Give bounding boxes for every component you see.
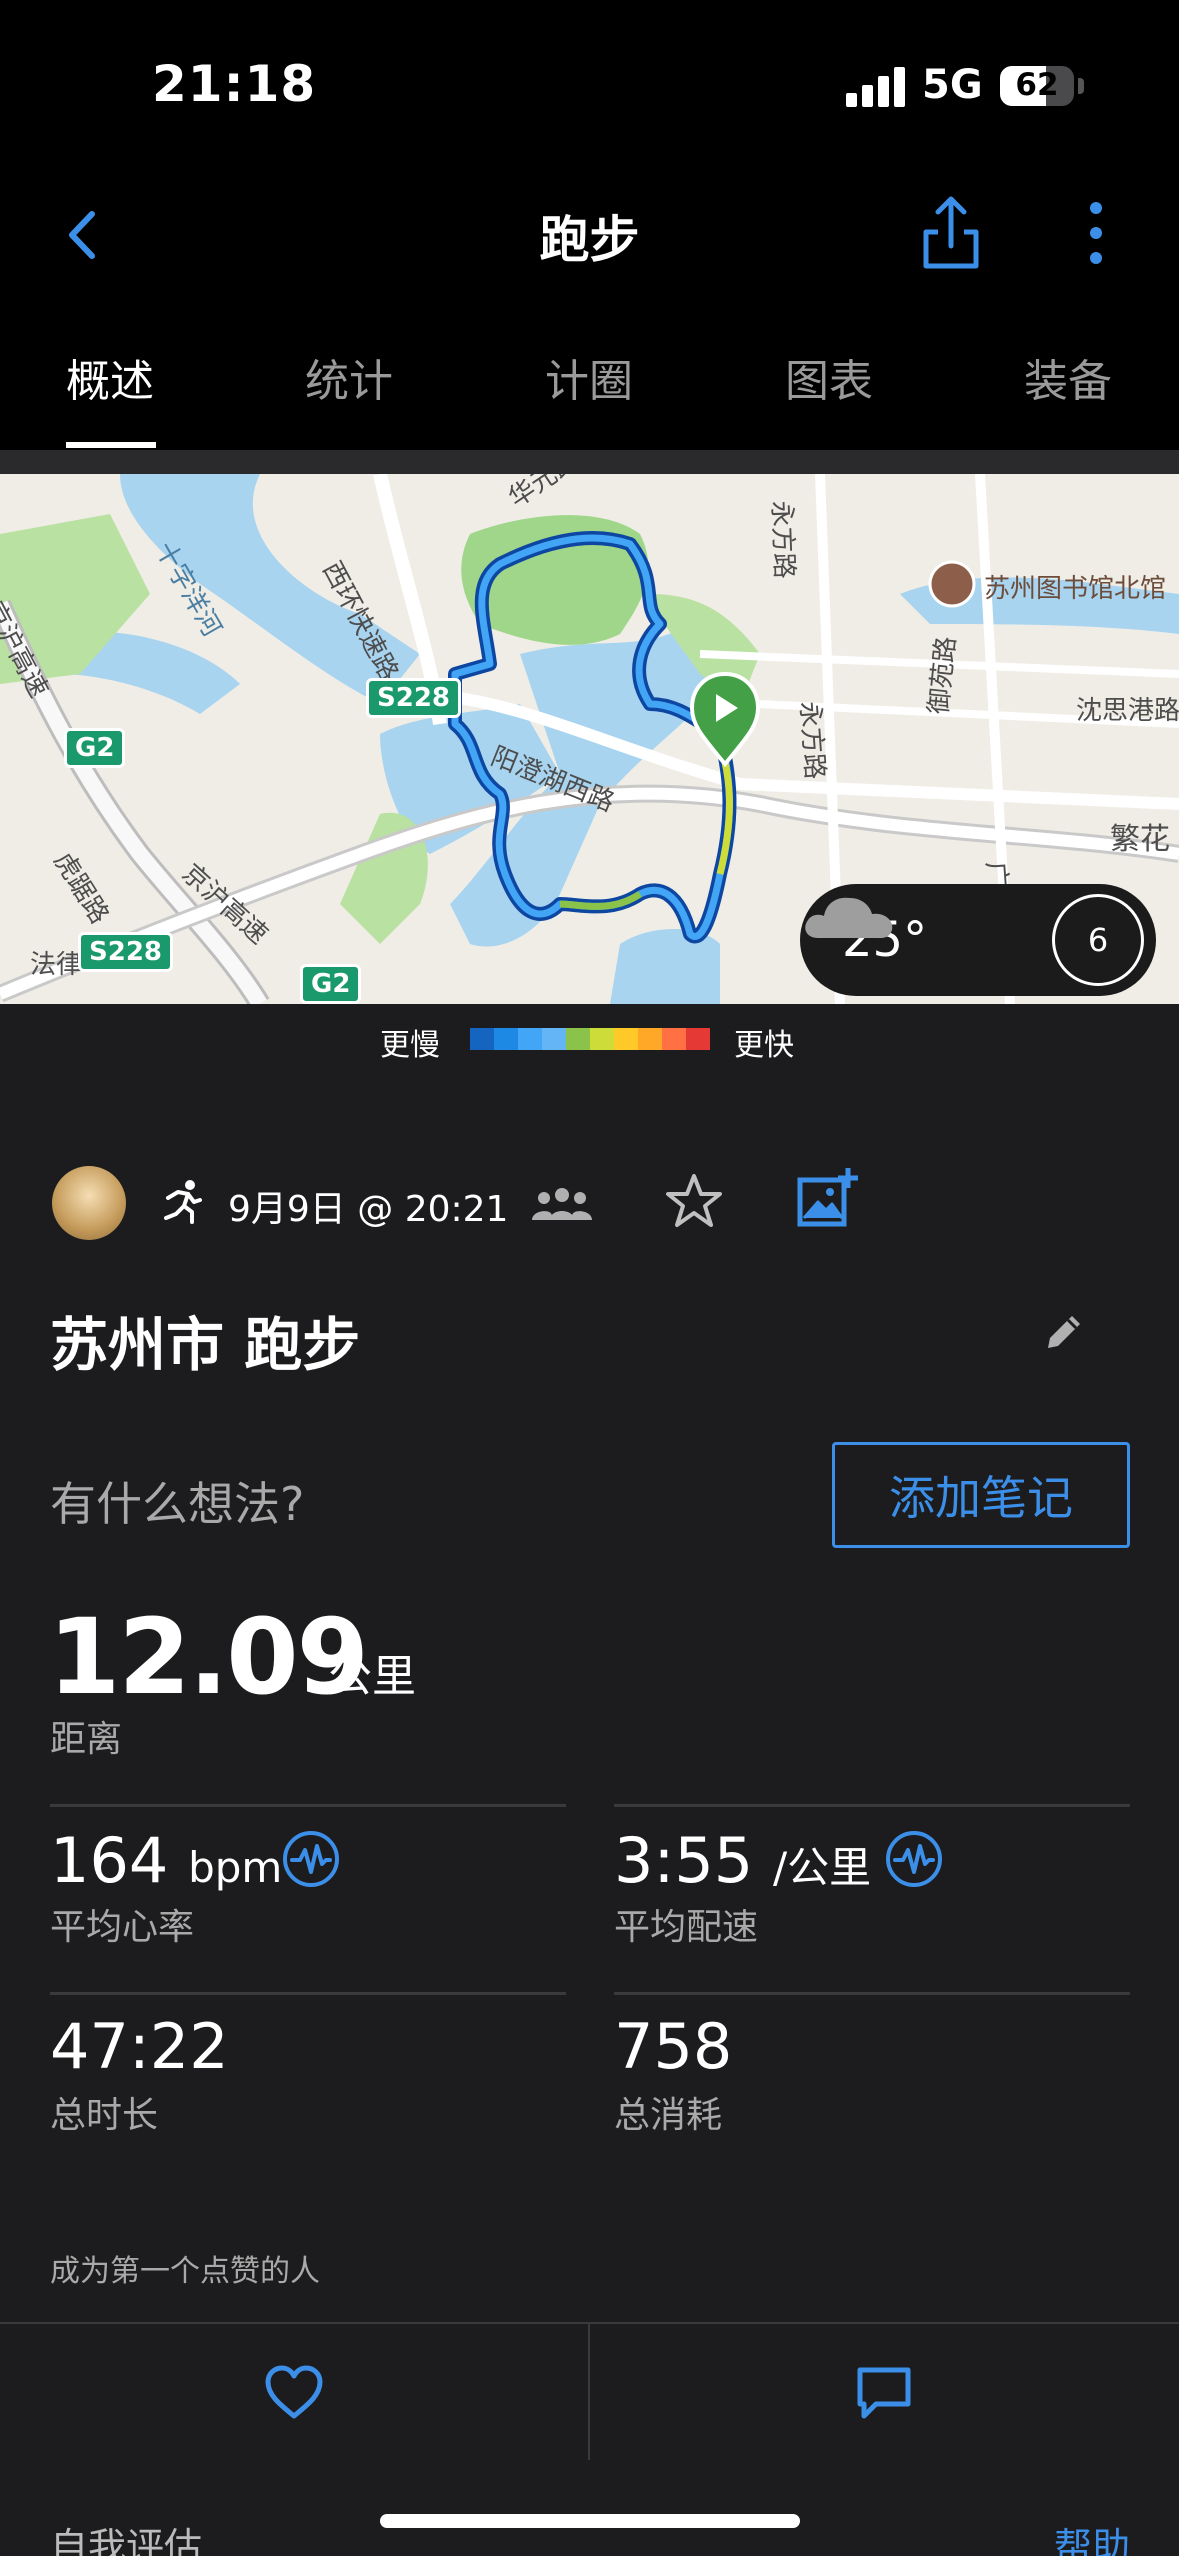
- pace-color-swatch: [542, 1028, 566, 1050]
- distance-unit: 公里: [328, 1651, 416, 1702]
- weather-widget: 25° 6: [800, 884, 1156, 996]
- legend-slow-label: 更慢: [380, 1028, 440, 1063]
- network-label: 5G: [922, 62, 983, 108]
- status-bar: 21:18 5G 62: [0, 0, 1179, 170]
- cloud-icon: [805, 897, 893, 938]
- running-icon: [164, 1180, 202, 1224]
- divider: [50, 1804, 566, 1807]
- pace-color-swatch: [470, 1028, 494, 1050]
- help-link[interactable]: 帮助: [1054, 2516, 1130, 2556]
- heart-icon[interactable]: [262, 2364, 326, 2422]
- duration-label: 总时长: [50, 2095, 159, 2136]
- wind-speed: 6: [1087, 921, 1109, 959]
- signal-icon: [846, 65, 906, 107]
- pace-chart-icon[interactable]: [885, 1830, 943, 1888]
- pace-color-swatch: [590, 1028, 614, 1050]
- add-note-button[interactable]: 添加笔记: [832, 1442, 1130, 1548]
- tab-bar: 概述 统计 计圈 图表 装备: [0, 305, 1179, 450]
- pace-stat: 3:55 /公里: [614, 1824, 871, 1897]
- map-label-road: 永方路: [766, 500, 799, 580]
- duration-value: 47:22: [50, 2010, 229, 2083]
- comment-icon[interactable]: [854, 2364, 914, 2422]
- add-photo-icon[interactable]: [796, 1168, 858, 1230]
- divider: [50, 1992, 566, 1995]
- tab-stats[interactable]: 统计: [269, 345, 429, 409]
- pace-label: 平均配速: [614, 1907, 759, 1948]
- calories-label: 总消耗: [614, 2095, 723, 2136]
- pace-legend: 更慢 更快: [0, 1004, 1179, 1074]
- battery-icon: 62: [1000, 66, 1074, 106]
- pace-color-swatch: [494, 1028, 518, 1050]
- pace-color-swatch: [518, 1028, 542, 1050]
- tab-laps[interactable]: 计圈: [509, 345, 669, 409]
- tab-charts[interactable]: 图表: [749, 345, 909, 409]
- tab-gear[interactable]: 装备: [988, 345, 1148, 409]
- distance-value: 12.09: [48, 1596, 369, 1718]
- group-privacy-icon[interactable]: [532, 1186, 592, 1222]
- map-legal-label[interactable]: 法律: [30, 944, 82, 981]
- self-evaluation-label: 自我评估: [50, 2525, 203, 2556]
- notes-prompt: 有什么想法?: [50, 1477, 305, 1531]
- highway-badge: G2: [64, 728, 126, 768]
- calories-value: 758: [614, 2010, 733, 2083]
- heart-rate-unit: bpm: [188, 1843, 283, 1892]
- divider: [614, 1804, 1130, 1807]
- status-time: 21:18: [152, 55, 317, 113]
- more-options-icon[interactable]: [1086, 198, 1106, 268]
- distance-label: 距离: [50, 1719, 123, 1760]
- nav-bar: 跑步: [0, 170, 1179, 305]
- pace-value: 3:55: [614, 1824, 754, 1897]
- pace-unit: /公里: [772, 1843, 872, 1892]
- tab-overview[interactable]: 概述: [30, 345, 190, 409]
- highway-badge: S228: [78, 932, 173, 972]
- battery-level: 62: [1015, 67, 1059, 103]
- share-icon[interactable]: [918, 192, 984, 272]
- highway-badge: G2: [300, 964, 362, 1004]
- pace-color-scale: [470, 1028, 710, 1050]
- heart-rate-label: 平均心率: [50, 1907, 195, 1948]
- tab-active-indicator: [66, 442, 156, 448]
- star-icon[interactable]: [662, 1170, 726, 1234]
- pace-color-swatch: [638, 1028, 662, 1050]
- heart-rate-chart-icon[interactable]: [282, 1830, 340, 1888]
- divider: [614, 1992, 1130, 1995]
- pace-color-swatch: [566, 1028, 590, 1050]
- pace-color-swatch: [686, 1028, 710, 1050]
- home-indicator[interactable]: [380, 2514, 800, 2528]
- action-bar: [0, 2322, 1179, 2460]
- route-map[interactable]: 西环快速路 十字洋河 京沪高速 虎踞路 京沪高速 阳澄湖西路 永方路 永方路 御…: [0, 474, 1179, 1004]
- map-label-area: 繁花: [1110, 822, 1170, 857]
- highway-badge: S228: [366, 678, 461, 718]
- avatar[interactable]: [52, 1166, 126, 1240]
- heart-rate-value: 164: [50, 1824, 169, 1897]
- map-label-road: 沈思港路: [1076, 696, 1179, 726]
- edit-icon[interactable]: [1040, 1310, 1086, 1356]
- route-start-marker: [689, 671, 761, 768]
- map-label-library: 苏州图书馆北馆: [984, 574, 1167, 604]
- page-title: 跑步: [539, 211, 640, 269]
- activity-datetime: 9月9日 @ 20:21: [228, 1189, 509, 1230]
- pace-color-swatch: [662, 1028, 686, 1050]
- map-label-road: 永方路: [794, 700, 830, 781]
- wind-icon: 6: [1052, 894, 1144, 986]
- like-prompt: 成为第一个点赞的人: [50, 2254, 320, 2289]
- legend-fast-label: 更快: [734, 1028, 794, 1063]
- heart-rate-stat: 164 bpm: [50, 1824, 282, 1897]
- activity-title: 苏州市 跑步: [50, 1311, 361, 1379]
- pace-color-swatch: [614, 1028, 638, 1050]
